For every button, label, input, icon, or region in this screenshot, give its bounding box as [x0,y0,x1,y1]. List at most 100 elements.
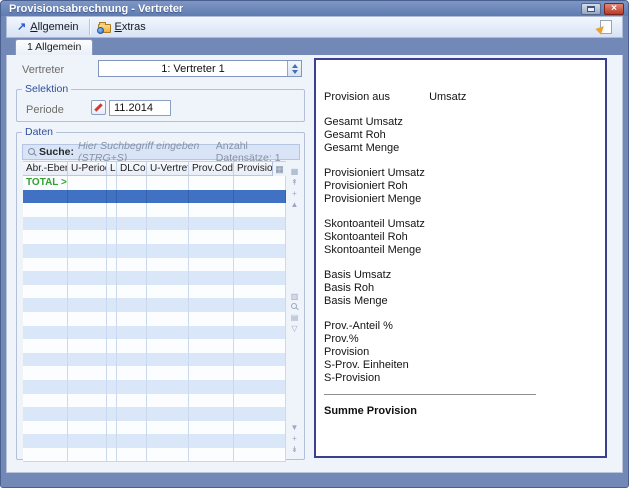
table-row[interactable] [23,434,286,448]
table-cell [189,366,234,380]
col-header-u-vertreter[interactable]: U-Vertreter [147,162,189,175]
selected-row[interactable] [23,190,286,204]
col-header-l[interactable]: L [107,162,117,175]
table-row[interactable] [23,326,286,340]
table-cell [234,258,286,272]
total-row[interactable]: TOTAL >> [23,176,286,190]
arrow-down-icon[interactable]: ▼ [291,422,299,433]
table-cell [117,421,147,435]
table-cell [117,190,147,204]
col-header-dlcode[interactable]: DLCode [117,162,147,175]
table-row[interactable] [23,298,286,312]
table-row[interactable] [23,312,286,326]
col-header-u-periode[interactable]: U-Periode [68,162,107,175]
table-row[interactable] [23,380,286,394]
table-row[interactable] [23,448,286,462]
grid-icon[interactable]: ▦ [291,166,299,177]
table-row[interactable] [23,244,286,258]
table-row[interactable] [23,407,286,421]
summary-label: Gesamt Umsatz [324,116,605,129]
table-cell [234,230,286,244]
app-window: Provisionsabrechnung - Vertreter × ↗ All… [0,0,629,488]
table-cell [234,421,286,435]
table-row[interactable] [23,366,286,380]
summary-label: Basis Menge [324,295,605,308]
plus-icon[interactable]: + [292,188,297,199]
table-cell [107,230,117,244]
table-cell [234,217,286,231]
table-cell [68,190,107,204]
table-row[interactable] [23,230,286,244]
table-row[interactable] [23,285,286,299]
table-cell [23,203,68,217]
basis-group: Basis Umsatz Basis Roh Basis Menge [324,269,605,308]
search-bar[interactable]: Suche: Hier Suchbegriff eingeben (STRG+S… [22,144,300,160]
total-label: TOTAL >> [23,176,68,190]
tab-allgemein[interactable]: 1 Allgemein [15,39,93,55]
table-row[interactable] [23,217,286,231]
spinner-icon[interactable] [287,61,301,76]
table-row[interactable] [23,271,286,285]
summary-divider [324,394,536,395]
edit-icon[interactable] [91,100,106,115]
table-cell [107,217,117,231]
table-cell [147,353,189,367]
close-button[interactable]: × [604,3,624,15]
table-cell [234,271,286,285]
export-icon[interactable] [597,20,612,34]
scroll-top-icon[interactable]: ↟ [291,177,298,188]
menu-extras[interactable]: Extras [94,19,152,35]
periode-input[interactable] [109,100,171,116]
table-cell [68,421,107,435]
table-row[interactable] [23,258,286,272]
menu-allgemein[interactable]: ↗ Allgemein [13,19,85,35]
table-cell [147,190,189,204]
table-cell [23,353,68,367]
sort-icon[interactable]: ▤ [291,312,299,323]
table-row[interactable] [23,394,286,408]
tabstrip: 1 Allgemein [6,38,623,55]
magnifier-icon[interactable] [290,302,299,312]
table-cell [189,353,234,367]
arrow-up-icon[interactable]: ▲ [291,199,299,210]
table-cell [147,326,189,340]
table-cell [68,217,107,231]
folder-icon [98,24,111,33]
close-icon: × [611,4,617,14]
table-cell [147,176,189,190]
summary-label: Prov.-Anteil % [324,320,605,333]
table-cell [23,190,68,204]
summary-label: Provisioniert Umsatz [324,167,605,180]
table-cell [189,421,234,435]
table-row[interactable] [23,203,286,217]
table-cell [189,217,234,231]
table-cell [189,394,234,408]
table-cell [107,421,117,435]
table-cell [189,285,234,299]
table-cell [68,230,107,244]
table-cell [234,285,286,299]
table-cell [189,298,234,312]
col-header-abr-ebene[interactable]: Abr.-Ebene [23,162,68,175]
titlebar[interactable]: Provisionsabrechnung - Vertreter × [1,1,628,16]
table-row[interactable] [23,421,286,435]
table-cell [189,407,234,421]
table-row[interactable] [23,339,286,353]
summary-label: Gesamt Roh [324,129,605,142]
restore-button[interactable] [581,3,601,15]
vertreter-select[interactable]: 1: Vertreter 1 [98,60,302,77]
table-row[interactable] [23,353,286,367]
table-cell [117,258,147,272]
column-chooser-icon[interactable]: ▦ [272,162,286,176]
plus-icon[interactable]: + [292,433,297,444]
columns-icon[interactable]: ▥ [291,291,299,302]
table-cell [23,230,68,244]
summary-label: Basis Umsatz [324,269,605,282]
col-header-prov-code[interactable]: Prov.Code [189,162,234,175]
scroll-bottom-icon[interactable]: ↡ [291,444,298,455]
filter-icon[interactable]: ▽ [291,323,297,334]
window-title: Provisionsabrechnung - Vertreter [9,3,183,15]
table-cell [189,448,234,462]
table-cell [117,407,147,421]
table-cell [23,298,68,312]
